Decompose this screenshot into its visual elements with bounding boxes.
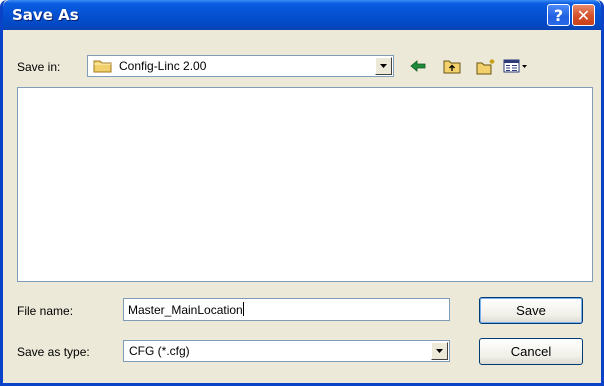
chevron-down-icon — [436, 349, 443, 353]
close-button[interactable]: ✕ — [572, 4, 595, 26]
chevron-down-icon — [380, 64, 387, 68]
help-icon: ? — [553, 5, 564, 25]
save-in-dropdown[interactable]: Config-Linc 2.00 — [87, 55, 394, 77]
up-one-level-button[interactable] — [442, 57, 462, 75]
save-as-type-value: CFG (*.cfg) — [129, 344, 190, 358]
cancel-button-label: Cancel — [510, 344, 552, 359]
view-menu-icon — [503, 59, 527, 73]
save-button-label: Save — [516, 303, 546, 318]
file-name-label: File name: — [17, 304, 74, 318]
close-icon: ✕ — [576, 5, 591, 25]
view-menu-button[interactable] — [503, 57, 529, 75]
file-name-input[interactable]: Master_MainLocation — [123, 298, 450, 321]
new-folder-icon — [476, 58, 495, 74]
window-title: Save As — [12, 6, 79, 24]
file-list[interactable] — [17, 87, 593, 282]
save-as-type-dropdown-arrow[interactable] — [431, 342, 448, 360]
save-in-value: Config-Linc 2.00 — [119, 59, 207, 73]
save-button[interactable]: Save — [479, 297, 583, 324]
up-folder-icon — [443, 60, 461, 74]
help-button[interactable]: ? — [547, 4, 570, 26]
back-arrow-icon — [410, 60, 426, 72]
save-as-type-label: Save as type: — [17, 345, 90, 359]
text-caret — [242, 302, 244, 316]
cancel-button[interactable]: Cancel — [479, 338, 583, 365]
save-as-dialog: Save As ? ✕ Save in: Config-Linc 2.00 Fi… — [0, 0, 604, 386]
title-bar[interactable]: Save As ? ✕ — [3, 0, 601, 30]
folder-icon — [93, 60, 112, 73]
back-button[interactable] — [408, 57, 428, 75]
create-new-folder-button[interactable] — [475, 57, 497, 75]
file-name-value: Master_MainLocation — [128, 303, 243, 317]
save-as-type-dropdown[interactable]: CFG (*.cfg) — [123, 340, 450, 362]
save-in-label: Save in: — [17, 60, 61, 74]
save-in-dropdown-arrow[interactable] — [375, 57, 392, 75]
